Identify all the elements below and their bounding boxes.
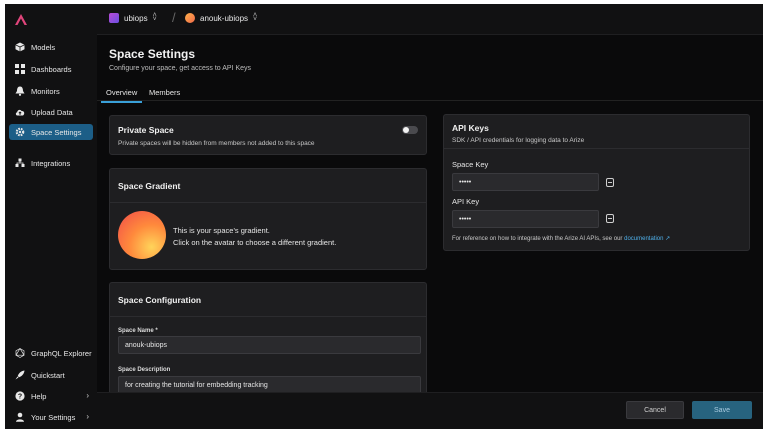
chevron-updown-icon: ˄ ˅ (152, 12, 157, 23)
sidebar-item-label: Upload Data (31, 107, 73, 117)
integrations-icon (15, 158, 25, 168)
save-button[interactable]: Save (692, 401, 752, 419)
tab-overview[interactable]: Overview (100, 88, 143, 103)
page-subtitle: Configure your space, get access to API … (109, 65, 252, 72)
cancel-button[interactable]: Cancel (626, 401, 684, 419)
space-key-label: Space Key (452, 160, 489, 169)
space-gradient-title: Space Gradient (118, 181, 181, 191)
private-space-title: Private Space (118, 125, 174, 135)
sidebar-item-label: Dashboards (31, 64, 72, 74)
divider (444, 148, 749, 149)
sidebar-item-models[interactable]: Models (9, 39, 93, 55)
chevron-right-icon: › (86, 412, 89, 421)
api-keys-card: API Keys SDK / API credentials for loggi… (443, 114, 750, 251)
sidebar-item-quickstart[interactable]: Quickstart (9, 367, 93, 383)
org-avatar (109, 13, 119, 23)
org-name: ubiops (124, 13, 148, 23)
space-avatar (185, 13, 195, 23)
space-name-input[interactable]: anouk-ubiops (118, 336, 421, 354)
space-gradient-card: Space Gradient This is your space's grad… (109, 168, 427, 270)
space-description-label: Space Description (118, 367, 171, 373)
breadcrumb-separator: / (172, 10, 176, 25)
footer-bar: Cancel Save (97, 392, 763, 429)
arize-logo[interactable] (14, 13, 28, 27)
sidebar-item-label: Help (31, 391, 47, 401)
copy-icon[interactable] (606, 178, 614, 187)
sidebar-item-dashboards[interactable]: Dashboards (9, 61, 93, 77)
private-space-toggle[interactable] (402, 126, 418, 134)
sidebar-item-label: Your Settings (31, 412, 76, 422)
space-name: anouk-ubiops (200, 13, 249, 23)
org-switcher[interactable]: ubiops ˄ ˅ (109, 12, 157, 23)
api-key-field: ••••• (452, 210, 599, 228)
space-switcher[interactable]: anouk-ubiops ˄ ˅ (185, 12, 258, 23)
external-link-icon: ↗ (665, 236, 671, 242)
sidebar-item-label: Monitors (31, 86, 60, 96)
app-window: Models Dashboards Monitors Upload Data S… (5, 4, 763, 429)
cloud-upload-icon (15, 107, 25, 117)
gear-icon (15, 127, 25, 137)
graphql-icon (15, 348, 25, 358)
sidebar-item-label: Integrations (31, 158, 71, 168)
page-title: Space Settings (109, 47, 196, 61)
sidebar-item-label: Quickstart (31, 370, 65, 380)
main-content: Space Settings Configure your space, get… (97, 35, 763, 429)
sidebar-item-monitors[interactable]: Monitors (9, 83, 93, 99)
chevron-updown-icon: ˄ ˅ (253, 12, 258, 23)
user-icon (15, 412, 25, 422)
sidebar-item-integrations[interactable]: Integrations (9, 155, 93, 171)
api-key-label: API Key (452, 197, 480, 206)
chevron-right-icon: › (86, 391, 89, 400)
tab-members[interactable]: Members (149, 88, 180, 97)
copy-icon[interactable] (606, 214, 614, 223)
svg-text:?: ? (18, 394, 22, 401)
rocket-icon (15, 370, 25, 380)
gradient-text-line2: Click on the avatar to choose a differen… (173, 238, 337, 247)
sidebar-item-graphql-explorer[interactable]: GraphQL Explorer (9, 345, 93, 361)
api-keys-title: API Keys (452, 123, 489, 133)
top-bar: ubiops ˄ ˅ / anouk-ubiops ˄ ˅ (97, 4, 763, 35)
sidebar-item-help[interactable]: ? Help › (9, 388, 93, 404)
sidebar-item-label: Models (31, 42, 56, 52)
gradient-avatar[interactable] (118, 211, 166, 259)
private-space-description: Private spaces will be hidden from membe… (118, 140, 315, 147)
card-header: Space Gradient (110, 169, 426, 203)
space-name-label: Space Name * (118, 328, 158, 334)
api-keys-subtitle: SDK / API credentials for logging data t… (452, 137, 585, 144)
sidebar-item-your-settings[interactable]: Your Settings › (9, 409, 93, 425)
bell-icon (15, 86, 25, 96)
grid-icon (15, 64, 25, 74)
sidebar-item-space-settings[interactable]: Space Settings (9, 124, 93, 140)
sidebar-item-label: GraphQL Explorer (31, 348, 92, 358)
sidebar-item-upload-data[interactable]: Upload Data (9, 104, 93, 120)
api-docs-note: For reference on how to integrate with t… (452, 235, 670, 242)
card-header: Space Configuration (110, 283, 426, 317)
sidebar-item-label: Space Settings (31, 127, 82, 137)
space-key-field: ••••• (452, 173, 599, 191)
documentation-link[interactable]: documentation (624, 236, 663, 242)
api-docs-note-text: For reference on how to integrate with t… (452, 236, 623, 242)
help-icon: ? (15, 391, 25, 401)
space-configuration-title: Space Configuration (118, 295, 202, 305)
tab-bar: Overview Members (97, 83, 763, 103)
cube-icon (15, 42, 25, 52)
gradient-text-line1: This is your space's gradient. (173, 226, 270, 235)
private-space-card: Private Space Private spaces will be hid… (109, 115, 427, 155)
sidebar: Models Dashboards Monitors Upload Data S… (5, 4, 97, 429)
